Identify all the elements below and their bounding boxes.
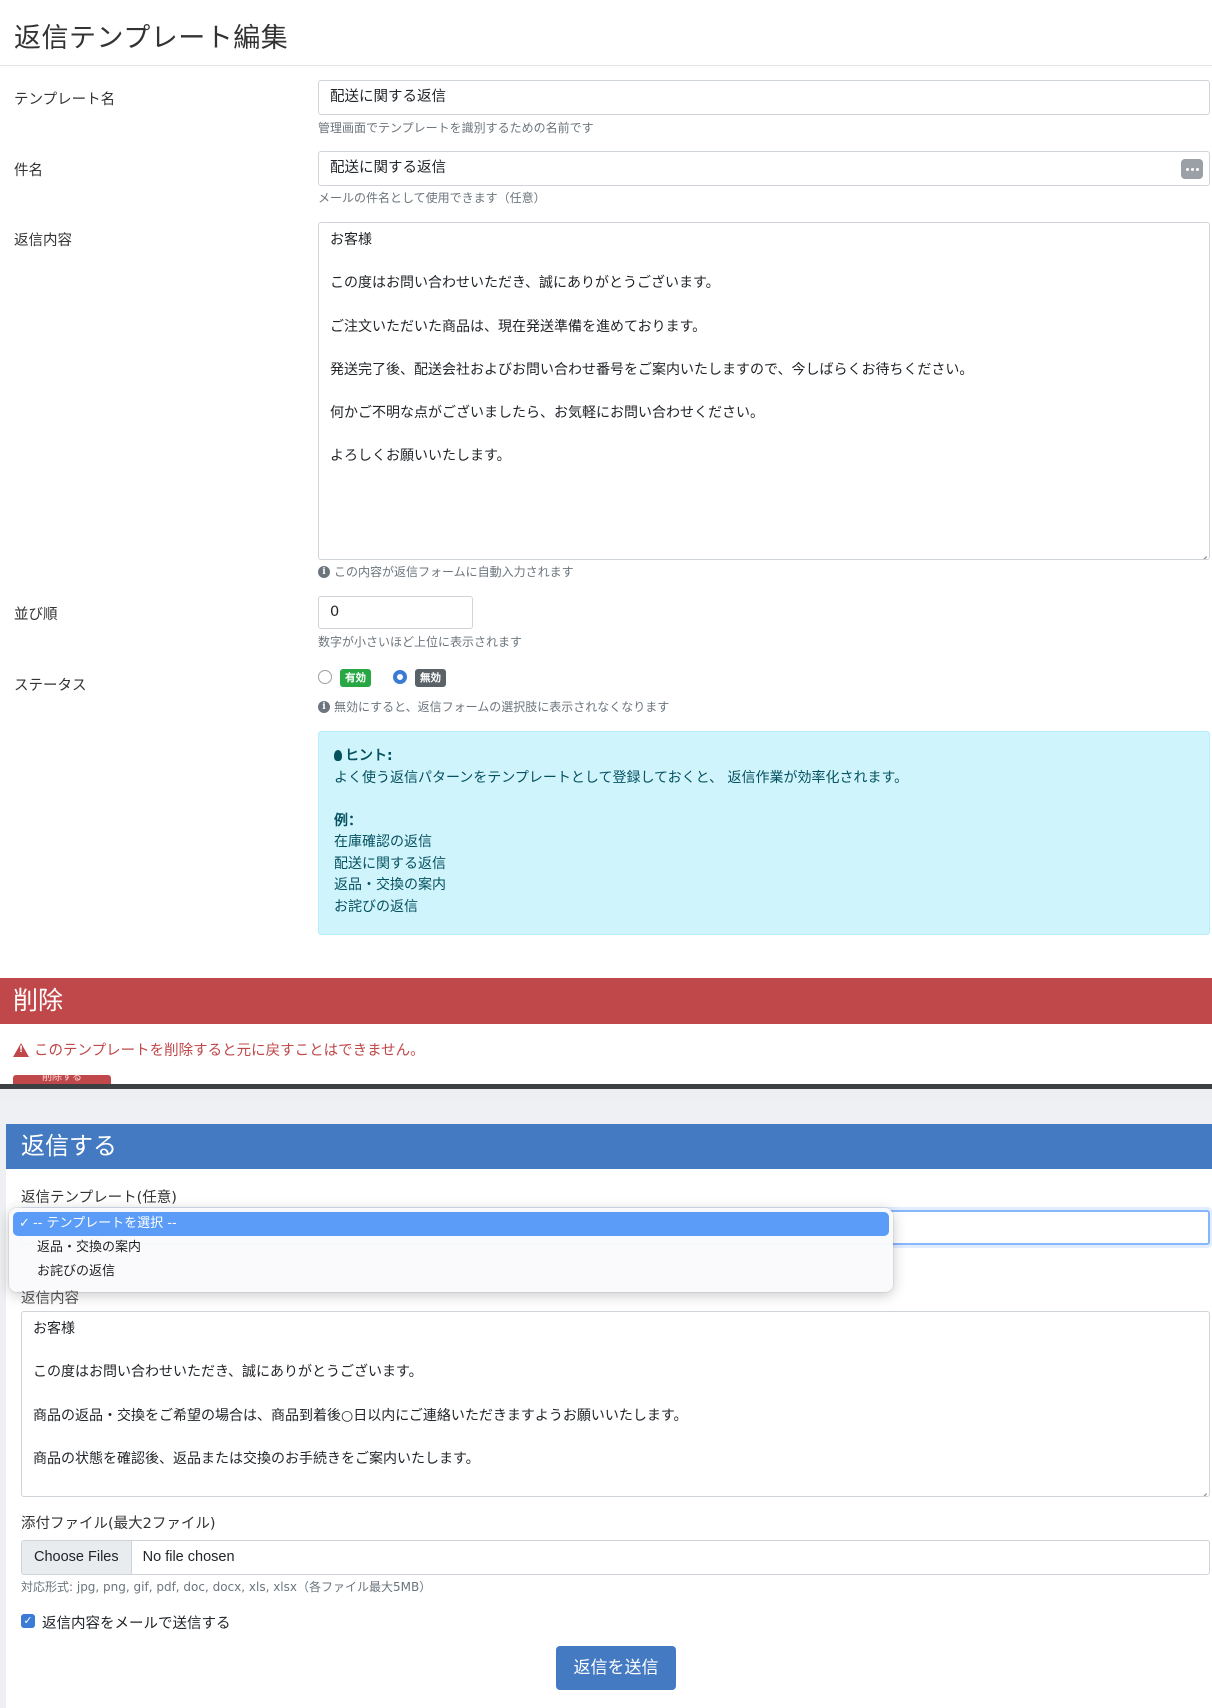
template-name-label: テンプレート名 xyxy=(14,92,116,108)
reply-body-label: 返信内容 xyxy=(21,1291,79,1307)
delete-warning-text: このテンプレートを削除すると元に戻すことはできません。 xyxy=(34,1043,425,1059)
status-active-radio[interactable] xyxy=(318,670,332,684)
dropdown-option[interactable]: お詫びの返信 xyxy=(13,1260,889,1284)
subject-help: メールの件名として使用できます（任意） xyxy=(318,189,546,206)
info-icon: i xyxy=(318,700,330,713)
hint-example: 返品・交換の案内 xyxy=(334,877,446,893)
reply-header: 返信する xyxy=(6,1124,1212,1169)
body-line: この度はお問い合わせいただき、誠にありがとうございます。 xyxy=(330,275,720,292)
dropdown-option[interactable]: 返品・交換の案内 xyxy=(13,1236,889,1260)
status-active-badge: 有効 xyxy=(340,669,371,687)
status-help: i 無効にすると、返信フォームの選択肢に表示されなくなります xyxy=(318,698,669,715)
order-label: 並び順 xyxy=(14,607,58,623)
attachment-label: 添付ファイル(最大2ファイル) xyxy=(21,1516,216,1532)
screenshot-gap xyxy=(0,1089,1212,1099)
more-options-icon[interactable] xyxy=(1181,159,1203,179)
file-help: 対応形式: jpg, png, gif, pdf, doc, docx, xls… xyxy=(21,1580,432,1594)
delete-section-header: 削除 xyxy=(0,978,1212,1024)
template-select-label: 返信テンプレート(任意) xyxy=(21,1190,177,1206)
hint-example: お詫びの返信 xyxy=(334,898,418,915)
lightbulb-icon xyxy=(334,750,342,761)
status-label: ステータス xyxy=(14,678,87,694)
order-help-text: 数字が小さいほど上位に表示されます xyxy=(318,635,523,649)
page-title: 返信テンプレート編集 xyxy=(14,23,289,54)
subject-help-text: メールの件名として使用できます（任意） xyxy=(318,191,546,205)
subject-input-value: 配送に関する返信 xyxy=(330,160,446,176)
subject-label: 件名 xyxy=(14,163,43,179)
delete-button[interactable]: 削除する xyxy=(13,1075,111,1084)
choose-files-button[interactable]: Choose Files xyxy=(22,1541,132,1574)
hint-spacer xyxy=(334,789,1194,811)
hint-box: ヒント: よく使う返信パターンをテンプレートとして登録しておくと、 返信作業が効… xyxy=(318,731,1210,935)
body-help-text: この内容が返信フォームに自動入力されます xyxy=(334,565,574,579)
file-status: No file chosen xyxy=(142,1549,235,1565)
hint-title-text: ヒント: xyxy=(345,748,393,764)
status-inactive-badge: 無効 xyxy=(415,669,446,687)
hint-title: ヒント: xyxy=(334,746,1194,768)
body-line: 発送完了後、配送会社およびお問い合わせ番号をご案内いたしますので、今しばらくお待… xyxy=(330,361,974,378)
checkmark-icon: ✓ xyxy=(19,1216,30,1231)
hint-text: よく使う返信パターンをテンプレートとして登録しておくと、 返信作業が効率化されま… xyxy=(334,769,909,786)
title-divider xyxy=(0,65,1212,66)
send-mail-checkbox[interactable]: ✓ xyxy=(21,1614,35,1628)
template-name-help-text: 管理画面でテンプレートを識別するための名前です xyxy=(318,121,594,135)
file-input[interactable]: Choose Files No file chosen xyxy=(21,1540,1210,1575)
status-inactive-radio[interactable] xyxy=(393,670,407,684)
template-edit-panel: 返信テンプレート編集 テンプレート名 配送に関する返信 管理画面でテンプレートを… xyxy=(0,0,1212,1084)
send-mail-label[interactable]: 返信内容をメールで送信する xyxy=(42,1612,231,1633)
info-icon: i xyxy=(318,565,330,578)
template-name-input[interactable]: 配送に関する返信 xyxy=(318,80,1210,115)
body-textarea[interactable]: お客様 この度はお問い合わせいただき、誠にありがとうございます。 ご注文いただい… xyxy=(318,222,1210,560)
status-help-text: 無効にすると、返信フォームの選択肢に表示されなくなります xyxy=(334,700,670,714)
hint-example: 在庫確認の返信 xyxy=(334,834,432,850)
order-help: 数字が小さいほど上位に表示されます xyxy=(318,633,522,650)
reply-body-textarea[interactable]: お客様 この度はお問い合わせいただき、誠にありがとうございます。 商品の返品・交… xyxy=(21,1311,1210,1497)
hint-example: 配送に関する返信 xyxy=(334,855,446,872)
dropdown-option[interactable]: ✓ -- テンプレートを選択 -- xyxy=(13,1212,889,1236)
delete-warning: このテンプレートを削除すると元に戻すことはできません。 xyxy=(13,1039,425,1060)
body-line: お客様 xyxy=(330,232,372,248)
body-line: 何かご不明な点がございましたら、お気軽にお問い合わせください。 xyxy=(330,405,764,422)
resize-handle-icon[interactable] xyxy=(1197,1484,1207,1494)
resize-handle-icon[interactable] xyxy=(1197,547,1207,557)
reply-body-line: 商品の返品・交換をご希望の場合は、商品到着後○日以内にご連絡いただきますようお願… xyxy=(33,1407,688,1424)
template-name-help: 管理画面でテンプレートを識別するための名前です xyxy=(318,119,594,136)
hint-example-title: 例： xyxy=(334,812,362,829)
body-label: 返信内容 xyxy=(14,233,72,249)
template-dropdown-menu[interactable]: ✓ -- テンプレートを選択 -- 返品・交換の案内 お詫びの返信 xyxy=(9,1208,893,1292)
reply-body-line: 商品の状態を確認後、返品または交換のお手続きをご案内いたします。 xyxy=(33,1450,480,1467)
reply-body-line: この度はお問い合わせいただき、誠にありがとうございます。 xyxy=(33,1364,423,1381)
warning-icon xyxy=(13,1042,29,1057)
dropdown-option-label: -- テンプレートを選択 -- xyxy=(33,1216,177,1231)
body-line: ご注文いただいた商品は、現在発送準備を進めております。 xyxy=(330,318,707,335)
order-input[interactable]: 0 xyxy=(318,596,473,629)
body-help: i この内容が返信フォームに自動入力されます xyxy=(318,563,574,580)
reply-body-line: お客様 xyxy=(33,1321,75,1337)
delete-button-label: 削除する xyxy=(42,1075,82,1083)
subject-input[interactable]: 配送に関する返信 xyxy=(318,151,1210,186)
submit-reply-button[interactable]: 返信を送信 xyxy=(556,1646,676,1690)
body-line: よろしくお願いいたします。 xyxy=(330,448,511,465)
